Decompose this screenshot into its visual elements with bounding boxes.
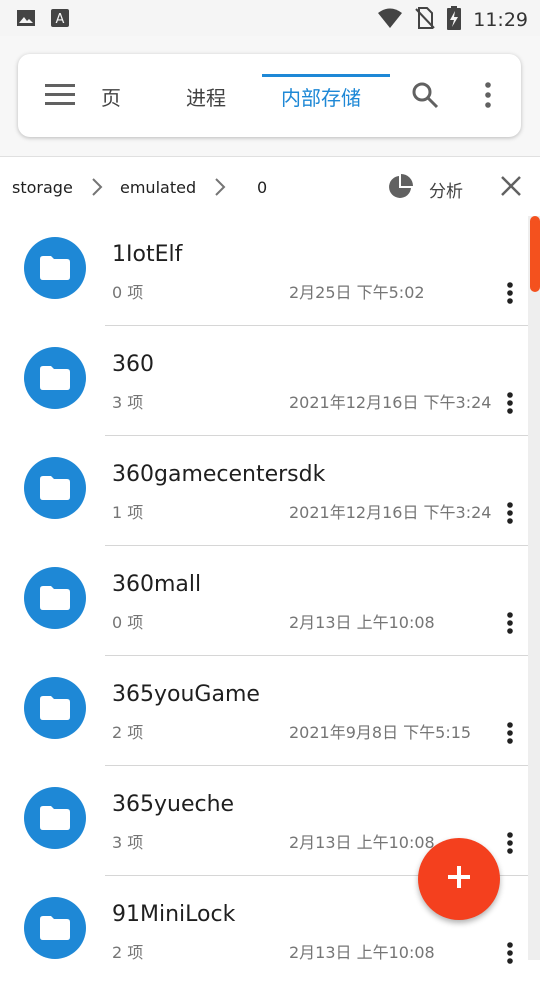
file-name: 360	[112, 352, 154, 377]
analyze-button[interactable]: 分析	[429, 177, 463, 202]
folder-icon	[24, 347, 86, 409]
tab-processes[interactable]: 进程	[186, 82, 226, 111]
folder-icon	[24, 897, 86, 959]
no-sim-icon	[415, 7, 435, 33]
clock-time: 11:29	[473, 9, 528, 31]
battery-charging-icon	[447, 6, 462, 34]
modified-date: 2月25日 下午5:02	[289, 283, 425, 302]
list-item[interactable]: 1IotElf 0 项 2月25日 下午5:02	[0, 216, 528, 326]
search-icon[interactable]	[411, 81, 439, 113]
more-vert-icon[interactable]	[498, 720, 522, 750]
breadcrumb: storage emulated 0 分析	[0, 158, 540, 216]
item-count: 0 项	[112, 613, 144, 632]
status-bar: A 11:29	[0, 0, 540, 36]
item-count: 2 项	[112, 723, 144, 742]
file-name: 365youGame	[112, 682, 260, 707]
hamburger-icon[interactable]	[45, 84, 75, 110]
tab-card: 页 进程 内部存储	[18, 54, 521, 137]
more-vert-icon[interactable]	[498, 940, 522, 970]
chevron-right-icon	[213, 176, 227, 202]
folder-icon	[24, 677, 86, 739]
file-name: 365yueche	[112, 792, 235, 817]
item-count: 3 项	[112, 833, 144, 852]
breadcrumb-emulated[interactable]: emulated	[120, 178, 196, 197]
file-name: 360gamecentersdk	[112, 462, 326, 487]
more-vert-icon[interactable]	[498, 280, 522, 310]
tab-internal-storage[interactable]: 内部存储	[281, 82, 361, 111]
more-vert-icon[interactable]	[498, 500, 522, 530]
more-vert-icon[interactable]	[484, 82, 492, 112]
modified-date: 2021年12月16日 下午3:24	[289, 503, 492, 522]
item-count: 1 项	[112, 503, 144, 522]
modified-date: 2021年9月8日 下午5:15	[289, 723, 472, 742]
modified-date: 2月13日 上午10:08	[289, 943, 435, 962]
close-icon[interactable]	[500, 175, 522, 201]
item-count: 3 项	[112, 393, 144, 412]
more-vert-icon[interactable]	[498, 390, 522, 420]
image-icon	[16, 8, 36, 32]
keyboard-icon: A	[50, 8, 70, 32]
item-count: 2 项	[112, 943, 144, 962]
list-item[interactable]: 360gamecentersdk 1 项 2021年12月16日 下午3:24	[0, 436, 528, 546]
scrollbar-track[interactable]	[528, 216, 540, 960]
active-tab-indicator	[262, 74, 390, 77]
file-name: 1IotElf	[112, 242, 183, 267]
folder-icon	[24, 237, 86, 299]
file-name: 91MiniLock	[112, 902, 236, 927]
modified-date: 2月13日 上午10:08	[289, 613, 435, 632]
chevron-right-icon	[90, 176, 104, 202]
list-item[interactable]: 365youGame 2 项 2021年9月8日 下午5:15	[0, 656, 528, 766]
tab-pages[interactable]: 页	[101, 82, 121, 111]
file-name: 360mall	[112, 572, 202, 597]
add-button[interactable]	[418, 838, 500, 920]
pie-chart-icon[interactable]	[387, 174, 413, 204]
plus-icon	[446, 864, 472, 894]
folder-icon	[24, 457, 86, 519]
folder-icon	[24, 567, 86, 629]
breadcrumb-storage[interactable]: storage	[12, 178, 73, 197]
scrollbar-thumb[interactable]	[530, 216, 540, 292]
modified-date: 2021年12月16日 下午3:24	[289, 393, 492, 412]
list-item[interactable]: 360 3 项 2021年12月16日 下午3:24	[0, 326, 528, 436]
svg-text:A: A	[56, 12, 65, 27]
wifi-icon	[377, 7, 403, 33]
more-vert-icon[interactable]	[498, 610, 522, 640]
list-item[interactable]: 360mall 0 项 2月13日 上午10:08	[0, 546, 528, 656]
item-count: 0 项	[112, 283, 144, 302]
modified-date: 2月13日 上午10:08	[289, 833, 435, 852]
breadcrumb-current[interactable]: 0	[257, 178, 267, 197]
more-vert-icon[interactable]	[498, 830, 522, 860]
folder-icon	[24, 787, 86, 849]
